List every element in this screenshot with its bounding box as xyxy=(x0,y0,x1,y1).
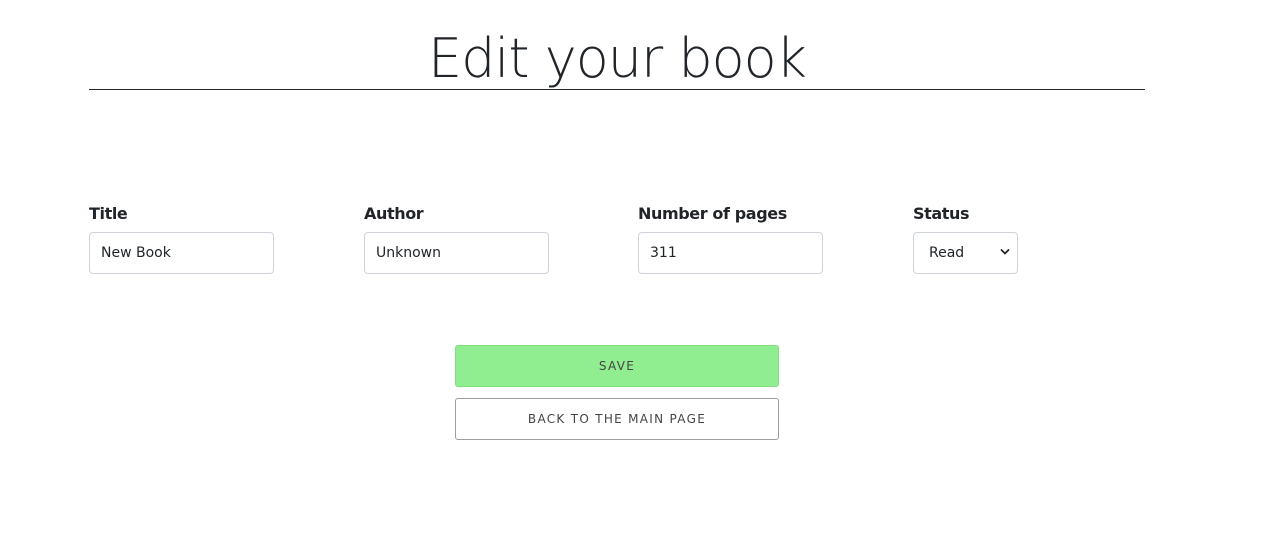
status-selected-value: Read xyxy=(929,245,965,261)
pages-field: Number of pages xyxy=(638,203,823,274)
title-divider xyxy=(89,89,1145,90)
pages-label: Number of pages xyxy=(638,204,787,223)
author-field: Author xyxy=(364,203,549,274)
status-field: Status Read xyxy=(913,203,1018,274)
page-title: Edit your book xyxy=(428,27,807,90)
status-select[interactable]: Read xyxy=(913,232,1018,274)
edit-book-page: Edit your book Title Author Number of pa… xyxy=(0,0,1282,538)
chevron-down-icon xyxy=(1000,249,1010,255)
save-button[interactable]: SAVE xyxy=(455,345,779,387)
title-label: Title xyxy=(89,204,128,223)
status-label: Status xyxy=(913,204,970,223)
pages-input[interactable] xyxy=(638,232,823,274)
title-field: Title xyxy=(89,203,274,274)
title-input[interactable] xyxy=(89,232,274,274)
back-to-main-page-button[interactable]: BACK TO THE MAIN PAGE xyxy=(455,398,779,440)
author-input[interactable] xyxy=(364,232,549,274)
author-label: Author xyxy=(364,204,424,223)
